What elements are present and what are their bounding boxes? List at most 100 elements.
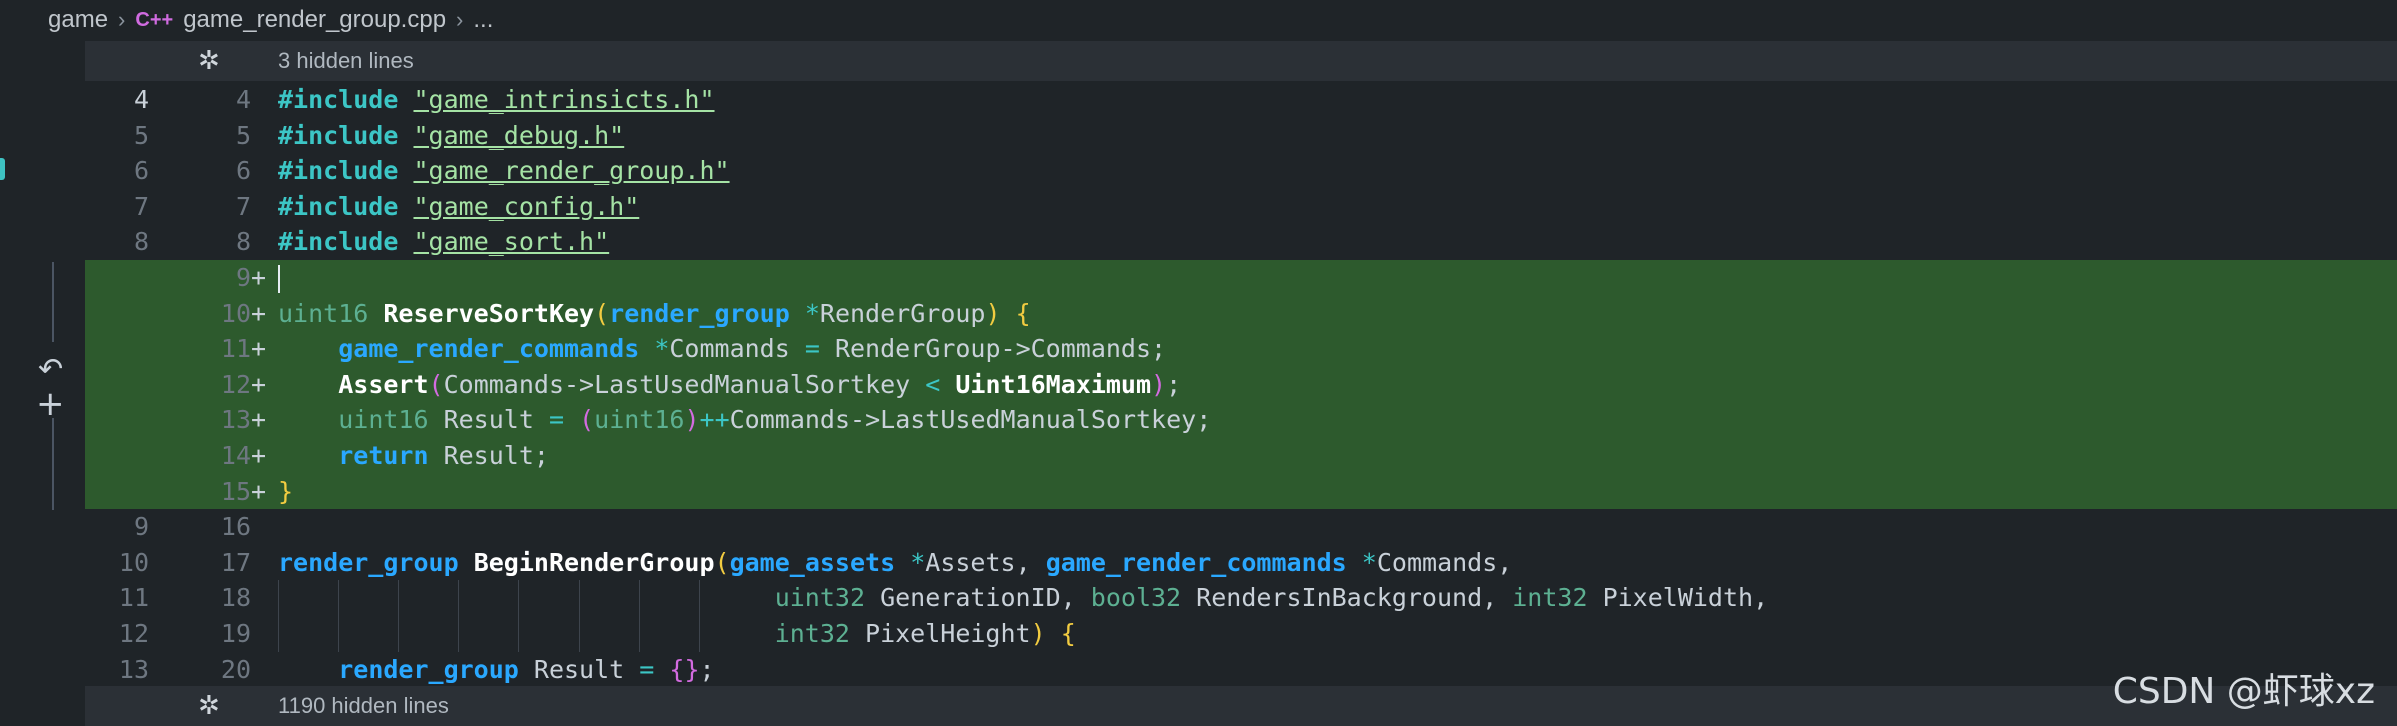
new-line-number: 19 [220,618,251,648]
code-line[interactable]: 10 17 render_group BeginRenderGroup(game_a… [85,545,2397,581]
code-token: PixelWidth, [1587,583,1769,613]
code-token: "game_render_group.h" [413,156,730,186]
stage-plus-icon[interactable]: + [36,384,65,424]
code-token: Result [518,654,640,684]
code-text[interactable]: return Result; [278,438,549,474]
code-text[interactable]: Assert(Commands->LastUsedManualSortkey <… [278,367,1181,403]
code-text[interactable]: #include "game_sort.h" [278,224,609,260]
code-token: #include [278,156,399,186]
new-line-number: 18 [220,583,251,613]
old-line-number: 11 [118,583,149,613]
dirty-indicator [0,158,5,180]
new-line-number: 9 [235,262,251,292]
code-token: GenerationID, [865,583,1091,613]
added-line[interactable]: 12 + Assert(Commands->LastUsedManualSortk… [85,366,2397,403]
code-token: Commands, [1376,547,1513,577]
code-line[interactable]: 8 8 #include "game_sort.h" [85,224,2397,260]
breadcrumb-file[interactable]: game_render_group.cpp [183,6,446,34]
code-token: uint16 [594,405,685,435]
code-token: = [548,405,565,435]
code-line[interactable]: 4 4 #include "game_intrinsicts.h" [85,82,2397,118]
new-line-number: 15 [220,476,251,506]
chevron-right-icon: › [118,7,126,32]
code-token: "game_config.h" [413,191,640,221]
expand-icon[interactable]: ✲ [198,691,220,721]
code-token: game_assets [729,547,896,577]
old-line-number: 10 [118,547,149,577]
code-text[interactable]: uint16 ReserveSortKey(render_group *Rend… [278,296,1031,332]
new-line-number: 7 [235,191,251,221]
code-text[interactable]: #include "game_intrinsicts.h" [278,82,715,118]
code-text[interactable]: render_group Result = {}; [278,652,714,688]
code-token: PixelHeight [849,618,1031,648]
breadcrumb-more[interactable]: ... [473,6,493,34]
code-token: Commands [669,334,805,364]
code-token: ; [1166,369,1182,399]
hunk-connector [52,418,54,510]
breadcrumb-folder[interactable]: game [48,6,108,34]
diff-editor[interactable]: 4 4 #include "game_intrinsicts.h" 5 5 #includ… [85,82,2397,687]
code-line[interactable]: 7 7 #include "game_config.h" [85,189,2397,225]
code-token: ( [594,298,610,328]
added-line[interactable]: 10 + uint16 ReserveSortKey(render_group *R… [85,295,2397,332]
old-line-number: 6 [133,156,149,186]
code-text[interactable]: #include "game_debug.h" [278,118,624,154]
new-line-number: 10 [220,298,251,328]
added-line[interactable]: 15 +} [85,473,2397,510]
added-line[interactable]: 14 + return Result; [85,437,2397,474]
expand-icon[interactable]: ✲ [198,46,220,76]
code-line[interactable]: 9 16 [85,509,2397,545]
hidden-lines-bar-top[interactable]: ✲ 3 hidden lines [85,41,2397,81]
code-token: int32 [1512,583,1588,613]
added-line[interactable]: 13 + uint16 Result = (uint16)++Commands->… [85,402,2397,438]
code-token: #include [278,191,399,221]
code-text[interactable]: uint16 Result = (uint16)++Commands->Last… [278,402,1211,438]
code-line[interactable]: 6 6 #include "game_render_group.h" [85,153,2397,189]
code-text[interactable]: #include "game_config.h" [278,189,639,225]
new-line-number: 17 [220,547,251,577]
code-text[interactable]: game_render_commands *Commands = RenderG… [278,331,1166,367]
code-text[interactable]: uint32 GenerationID, bool32 RendersInBac… [278,580,1768,616]
code-text[interactable]: #include "game_render_group.h" [278,153,730,189]
revert-icon[interactable]: ↶ [38,352,63,387]
added-marker-icon: + [251,262,267,292]
added-marker-icon: + [251,440,267,470]
code-line[interactable]: 5 5 #include "game_debug.h" [85,118,2397,154]
code-line[interactable]: 12 19 int32 PixelHeight) { [85,615,2397,652]
code-token: ++ [699,405,730,435]
added-line[interactable]: 9 + [85,259,2397,296]
code-token: uint16 [278,298,369,328]
code-token: bool32 [1090,583,1182,613]
hidden-lines-bar-bottom[interactable]: ✲ 1190 hidden lines [85,686,2397,726]
code-token: ) [1151,369,1167,399]
old-line-number: 8 [133,227,149,257]
code-token: int32 [774,618,850,648]
text-cursor [278,264,280,293]
old-line-number: 9 [133,512,149,542]
code-token: #include [278,227,399,257]
code-token: < [925,369,941,399]
new-line-number: 4 [235,85,251,114]
code-text[interactable]: int32 PixelHeight) { [278,616,1076,652]
added-marker-icon: + [251,334,267,364]
code-line[interactable]: 13 20 render_group Result = {}; [85,652,2397,688]
code-text[interactable]: } [278,474,293,510]
old-line-number: 12 [118,618,149,648]
added-line[interactable]: 11 + game_render_commands *Commands = Ren… [85,331,2397,367]
code-line[interactable]: 11 18 uint32 GenerationID, bool32 Renders… [85,580,2397,617]
code-text[interactable] [278,260,280,296]
code-text[interactable]: render_group BeginRenderGroup(game_asset… [278,545,1512,581]
code-token: Commands->LastUsedManualSortkey; [729,405,1212,435]
code-token: uint32 [774,583,866,613]
